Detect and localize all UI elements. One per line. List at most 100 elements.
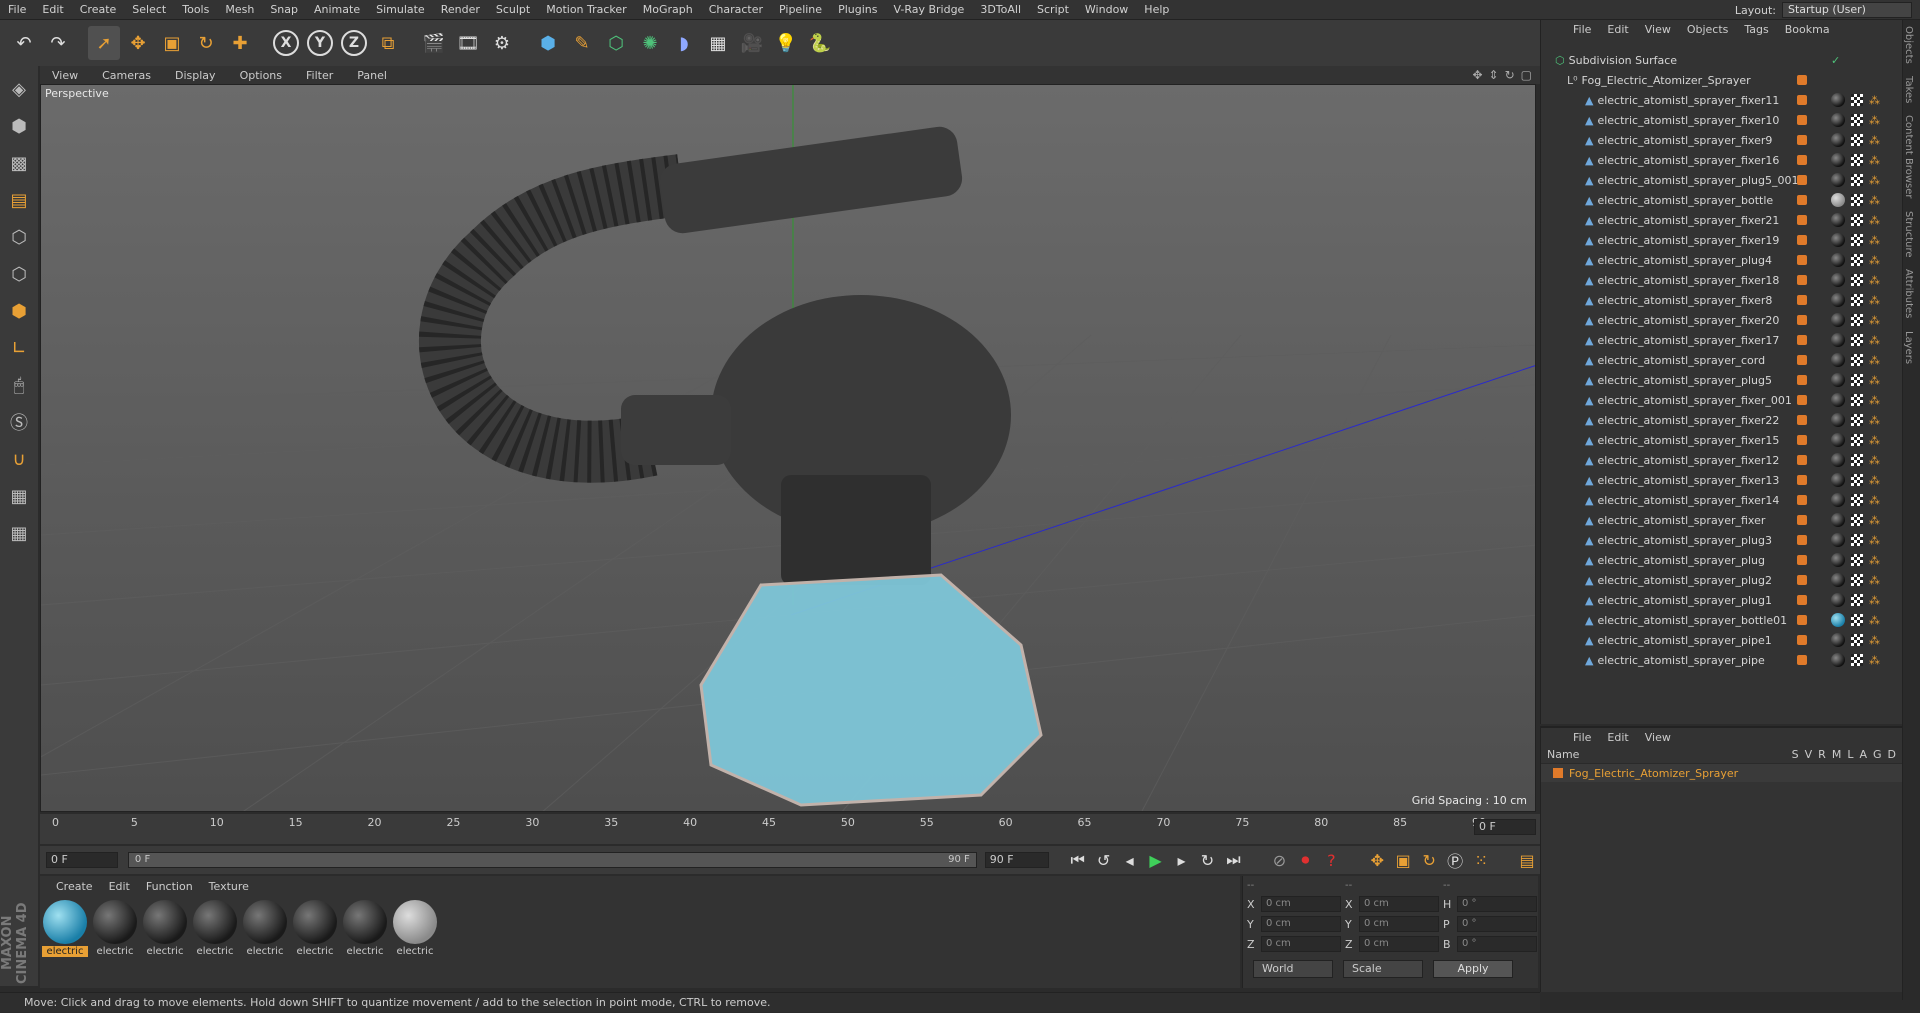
coord-size-field[interactable]: 0 cm: [1359, 916, 1439, 932]
material-tag-icon[interactable]: [1831, 173, 1845, 187]
texture-tag-icon[interactable]: [1851, 114, 1863, 126]
play-icon[interactable]: ▶: [1143, 849, 1169, 871]
texture-tag-icon[interactable]: [1851, 174, 1863, 186]
phong-tag-icon[interactable]: ⁂: [1869, 334, 1880, 347]
phong-tag-icon[interactable]: ⁂: [1869, 594, 1880, 607]
key-parameter-icon[interactable]: Ⓟ: [1442, 849, 1468, 871]
menu-script[interactable]: Script: [1029, 3, 1077, 16]
object-row[interactable]: ▲ electric_atomistl_sprayer_fixer13 ⁂: [1541, 470, 1903, 490]
previous-key-icon[interactable]: ↺: [1091, 849, 1117, 871]
python-icon[interactable]: 🐍: [804, 26, 836, 60]
phong-tag-icon[interactable]: ⁂: [1869, 554, 1880, 567]
texture-tag-icon[interactable]: [1851, 374, 1863, 386]
om-menu-bookmarks[interactable]: Bookma: [1777, 23, 1838, 36]
texture-tag-icon[interactable]: [1851, 414, 1863, 426]
material-swatch[interactable]: electric: [92, 900, 138, 957]
layer-column-header[interactable]: S: [1792, 748, 1799, 761]
coord-size-field[interactable]: 0 cm: [1359, 936, 1439, 952]
make-editable-icon[interactable]: ◈: [3, 72, 35, 106]
material-tag-icon[interactable]: [1831, 93, 1845, 107]
side-tab-takes[interactable]: Takes: [1903, 70, 1914, 109]
texture-tag-icon[interactable]: [1851, 654, 1863, 666]
object-row[interactable]: ▲ electric_atomistl_sprayer_fixer17 ⁂: [1541, 330, 1903, 350]
menu-sculpt[interactable]: Sculpt: [488, 3, 538, 16]
y-axis-icon[interactable]: Y: [304, 26, 336, 60]
phong-tag-icon[interactable]: ⁂: [1869, 134, 1880, 147]
material-tag-icon[interactable]: [1831, 353, 1845, 367]
material-tag-icon[interactable]: [1831, 213, 1845, 227]
viewport-menu-view[interactable]: View: [40, 69, 90, 82]
texture-tag-icon[interactable]: [1851, 574, 1863, 586]
material-menu-texture[interactable]: Texture: [201, 880, 257, 893]
menu-edit[interactable]: Edit: [34, 3, 71, 16]
object-row[interactable]: ▲ electric_atomistl_sprayer_fixer16 ⁂: [1541, 150, 1903, 170]
object-row[interactable]: ▲ electric_atomistl_sprayer_fixer15 ⁂: [1541, 430, 1903, 450]
layer-column-header[interactable]: M: [1832, 748, 1842, 761]
z-axis-icon[interactable]: Z: [338, 26, 370, 60]
om-menu-file[interactable]: File: [1565, 23, 1599, 36]
phong-tag-icon[interactable]: ⁂: [1869, 514, 1880, 527]
object-row-group[interactable]: L⁰ Fog_Electric_Atomizer_Sprayer: [1541, 70, 1903, 90]
axis-mode-icon[interactable]: ∟: [3, 331, 35, 365]
phong-tag-icon[interactable]: ⁂: [1869, 534, 1880, 547]
phong-tag-icon[interactable]: ⁂: [1869, 94, 1880, 107]
pan-icon[interactable]: ✥: [1472, 68, 1482, 82]
side-tab-layers[interactable]: Layers: [1903, 325, 1914, 370]
frame-range-slider[interactable]: 0 F 90 F: [127, 852, 977, 868]
object-row[interactable]: ▲ electric_atomistl_sprayer_fixer ⁂: [1541, 510, 1903, 530]
texture-tag-icon[interactable]: [1851, 134, 1863, 146]
material-tag-icon[interactable]: [1831, 153, 1845, 167]
snap-icon[interactable]: Ⓢ: [3, 405, 35, 439]
pen-spline-icon[interactable]: ✎: [566, 26, 598, 60]
coordinate-system-icon[interactable]: ⧉: [372, 26, 404, 60]
om-menu-edit[interactable]: Edit: [1599, 23, 1636, 36]
menu-v-ray-bridge[interactable]: V-Ray Bridge: [885, 3, 972, 16]
object-row[interactable]: ▲ electric_atomistl_sprayer_fixer18 ⁂: [1541, 270, 1903, 290]
material-tag-icon[interactable]: [1831, 613, 1845, 627]
phong-tag-icon[interactable]: ⁂: [1869, 294, 1880, 307]
material-tag-icon[interactable]: [1831, 313, 1845, 327]
material-tag-icon[interactable]: [1831, 653, 1845, 667]
key-position-icon[interactable]: ✥: [1364, 849, 1390, 871]
phong-tag-icon[interactable]: ⁂: [1869, 434, 1880, 447]
layer-column-header[interactable]: L: [1847, 748, 1853, 761]
texture-tag-icon[interactable]: [1851, 534, 1863, 546]
object-row[interactable]: ▲ electric_atomistl_sprayer_plug4 ⁂: [1541, 250, 1903, 270]
material-swatch[interactable]: electric: [292, 900, 338, 957]
object-row[interactable]: ▲ electric_atomistl_sprayer_bottle ⁂: [1541, 190, 1903, 210]
dolly-icon[interactable]: ⇕: [1489, 68, 1499, 82]
texture-tag-icon[interactable]: [1851, 394, 1863, 406]
model-mode-icon[interactable]: ⬢: [3, 109, 35, 143]
phong-tag-icon[interactable]: ⁂: [1869, 494, 1880, 507]
next-frame-icon[interactable]: ▸: [1169, 849, 1195, 871]
orbit-icon[interactable]: ↻: [1505, 68, 1515, 82]
texture-tag-icon[interactable]: [1851, 194, 1863, 206]
material-swatch[interactable]: electric: [392, 900, 438, 957]
menu-plugins[interactable]: Plugins: [830, 3, 885, 16]
menu-motion-tracker[interactable]: Motion Tracker: [538, 3, 634, 16]
menu-3dtoall[interactable]: 3DToAll: [972, 3, 1029, 16]
object-row[interactable]: ▲ electric_atomistl_sprayer_pipe ⁂: [1541, 650, 1903, 670]
undo-icon[interactable]: ↶: [8, 26, 40, 60]
menu-select[interactable]: Select: [124, 3, 174, 16]
deformer-icon[interactable]: ◗: [668, 26, 700, 60]
edges-mode-icon[interactable]: ⬡: [3, 257, 35, 291]
object-row[interactable]: ▲ electric_atomistl_sprayer_fixer22 ⁂: [1541, 410, 1903, 430]
current-frame-field[interactable]: 0 F: [1474, 819, 1536, 835]
texture-tag-icon[interactable]: [1851, 154, 1863, 166]
start-frame-field[interactable]: 0 F: [46, 852, 118, 868]
points-mode-icon[interactable]: ⬡: [3, 220, 35, 254]
phong-tag-icon[interactable]: ⁂: [1869, 454, 1880, 467]
world-dropdown[interactable]: World: [1253, 960, 1333, 978]
viewport-menu-display[interactable]: Display: [163, 69, 228, 82]
material-tag-icon[interactable]: [1831, 433, 1845, 447]
texture-tag-icon[interactable]: [1851, 634, 1863, 646]
material-tag-icon[interactable]: [1831, 373, 1845, 387]
layer-column-header[interactable]: R: [1818, 748, 1826, 761]
coord-rotation-field[interactable]: 0 °: [1457, 936, 1537, 952]
menu-window[interactable]: Window: [1077, 3, 1136, 16]
material-tag-icon[interactable]: [1831, 453, 1845, 467]
rotate-tool-icon[interactable]: ↻: [190, 26, 222, 60]
coord-position-field[interactable]: 0 cm: [1261, 916, 1341, 932]
phong-tag-icon[interactable]: ⁂: [1869, 614, 1880, 627]
